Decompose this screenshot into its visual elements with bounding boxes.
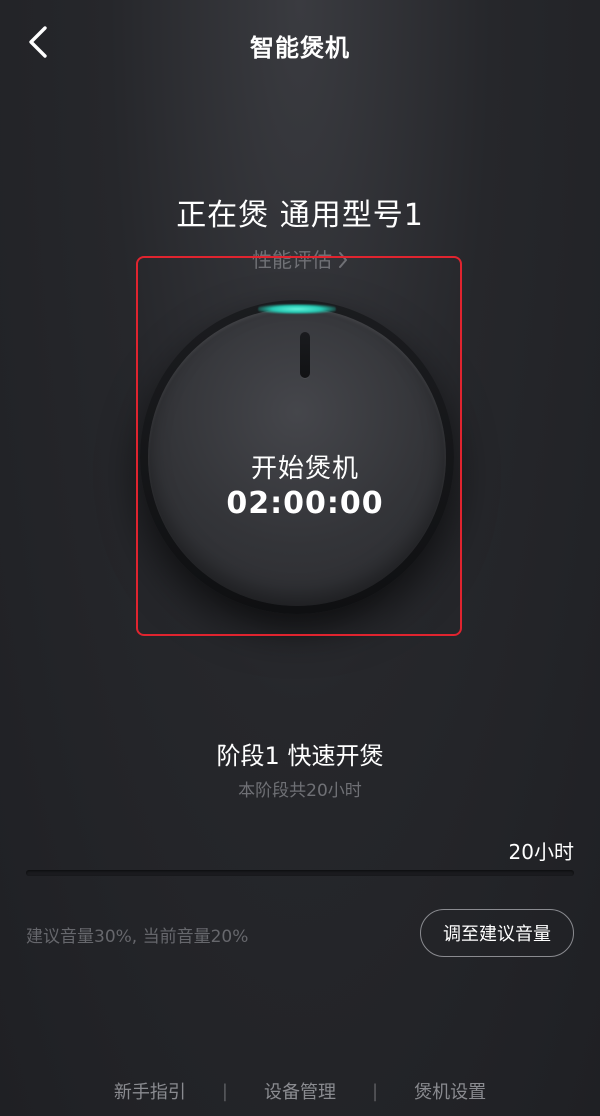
volume-recommendation: 建议音量30%, 当前音量20% (26, 927, 249, 947)
adjust-volume-button[interactable]: 调至建议音量 (420, 909, 574, 957)
burn-in-dial: 开始煲机 02:00:00 (140, 300, 454, 640)
footer-separator: | (221, 1080, 228, 1102)
footer-guide-link[interactable]: 新手指引 (114, 1078, 186, 1104)
page-title: 智能煲机 (250, 34, 350, 62)
stage-duration: 20小时 (508, 840, 574, 864)
app-root: 智能煲机 正在煲 通用型号1 性能评估 开始煲机 02:00:00 阶段1 快速… (0, 0, 600, 1116)
dial-marker (300, 332, 310, 378)
stage-subtitle: 本阶段共20小时 (238, 781, 362, 801)
stage-title: 阶段1 快速开煲 (216, 742, 384, 770)
footer-burn-in-settings-link[interactable]: 煲机设置 (414, 1078, 486, 1104)
footer-separator: | (372, 1080, 379, 1102)
header: 智能煲机 (0, 0, 600, 84)
chevron-right-icon (338, 250, 348, 274)
dial-glow-indicator (258, 304, 336, 314)
footer-device-management-link[interactable]: 设备管理 (264, 1078, 336, 1104)
stage-progress-bar (26, 870, 574, 876)
footer-nav: 新手指引 | 设备管理 | 煲机设置 (0, 1076, 600, 1106)
performance-evaluation-label: 性能评估 (252, 248, 332, 272)
dial-start-button[interactable]: 开始煲机 02:00:00 (148, 308, 446, 606)
status-title: 正在煲 通用型号1 (176, 198, 424, 233)
performance-evaluation-link[interactable]: 性能评估 (0, 244, 600, 274)
dial-timer: 02:00:00 (226, 486, 384, 521)
dial-label: 开始煲机 (250, 454, 359, 484)
